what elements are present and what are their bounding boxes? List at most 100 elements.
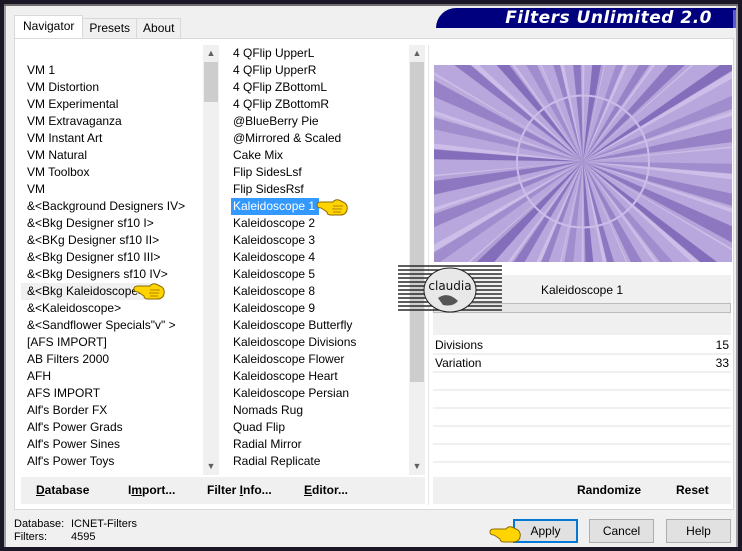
list-item[interactable]: 4 QFlip ZBottomL <box>229 79 409 96</box>
category-scrollbar[interactable]: ▲ ▼ <box>203 45 219 475</box>
list-item[interactable]: @Mirrored & Scaled <box>229 130 409 147</box>
list-item-label: @Mirrored & Scaled <box>233 131 342 145</box>
category-items: VM 1 VM Distortion VM Experimental VM Extra… <box>21 62 203 470</box>
list-item[interactable]: Kaleidoscope 3 <box>229 232 409 249</box>
list-item-label: 4 QFlip ZBottomL <box>233 80 328 94</box>
list-item[interactable]: Alf's Power Toys <box>21 453 203 470</box>
list-item[interactable]: Kaleidoscope 4 <box>229 249 409 266</box>
tab-navigator[interactable]: Navigator <box>14 15 84 38</box>
list-item-label: &<Sandflower Specials"v" > <box>27 318 176 332</box>
list-item-label: [AFS IMPORT] <box>27 335 107 349</box>
list-item-label: Kaleidoscope 5 <box>233 267 316 281</box>
preview-image[interactable] <box>434 65 732 262</box>
status-database-label: Database: <box>14 518 65 530</box>
list-item[interactable]: Radial Mirror <box>229 436 409 453</box>
list-item[interactable]: Kaleidoscope 2 <box>229 215 409 232</box>
list-item[interactable]: Kaleidoscope 9 <box>229 300 409 317</box>
list-item[interactable]: Alf's Border FX <box>21 402 203 419</box>
list-item[interactable]: VM Distortion <box>21 79 203 96</box>
param-row[interactable]: Variation 33 <box>433 355 731 373</box>
list-item-label: Kaleidoscope 3 <box>233 233 316 247</box>
list-item-label: VM Natural <box>27 148 88 162</box>
list-item-label: &<BKg Designer sf10 II> <box>27 233 160 247</box>
status-filters-value: 4595 <box>71 531 96 543</box>
list-item[interactable]: VM Instant Art <box>21 130 203 147</box>
param-row[interactable]: Divisions 15 <box>433 337 731 355</box>
list-item[interactable]: 4 QFlip ZBottomR <box>229 96 409 113</box>
list-item[interactable]: VM <box>21 181 203 198</box>
title-banner: Filters Unlimited 2.0 <box>436 8 736 28</box>
scroll-thumb[interactable] <box>410 62 424 382</box>
list-item[interactable]: Kaleidoscope 5 <box>229 266 409 283</box>
list-item[interactable]: AFH <box>21 368 203 385</box>
list-item[interactable]: &<Sandflower Specials"v" > <box>21 317 203 334</box>
list-item[interactable]: Kaleidoscope Flower <box>229 351 409 368</box>
list-item[interactable]: Alf's Power Sines <box>21 436 203 453</box>
help-button[interactable]: Help <box>666 519 731 543</box>
list-item-label: &<Bkg Designer sf10 III> <box>27 250 161 264</box>
list-item[interactable]: 4 QFlip UpperR <box>229 62 409 79</box>
database-label: atabase <box>44 483 90 497</box>
list-item[interactable]: Kaleidoscope 8 <box>229 283 409 300</box>
category-list[interactable]: VM 1 VM Distortion VM Experimental VM Extra… <box>21 45 219 475</box>
filter-items: 4 QFlip UpperL 4 QFlip UpperR 4 QFlip ZBot… <box>229 45 409 470</box>
filter-list[interactable]: 4 QFlip UpperL 4 QFlip UpperR 4 QFlip ZBot… <box>229 45 425 475</box>
list-item[interactable]: &<Background Designers IV> <box>21 198 203 215</box>
list-item-label: VM 1 <box>27 63 56 77</box>
list-item[interactable]: Cake Mix <box>229 147 409 164</box>
editor-button[interactable]: Editor... <box>304 483 348 497</box>
list-item[interactable]: Flip SidesRsf <box>229 181 409 198</box>
list-item[interactable]: VM Extravaganza <box>21 113 203 130</box>
scroll-thumb[interactable] <box>204 62 218 102</box>
list-item-label: Flip SidesLsf <box>233 165 302 179</box>
list-item[interactable]: Alf's Power Grads <box>21 419 203 436</box>
list-item[interactable]: Kaleidoscope Butterfly <box>229 317 409 334</box>
list-item[interactable]: VM Natural <box>21 147 203 164</box>
list-item[interactable]: &<Bkg Designer sf10 I> <box>21 215 203 232</box>
list-item[interactable]: Kaleidoscope Heart <box>229 368 409 385</box>
pointing-hand-icon <box>316 199 348 216</box>
claudia-watermark: claudia <box>398 265 502 313</box>
list-item[interactable]: VM 1 <box>21 62 203 79</box>
pointing-hand-icon <box>489 526 521 543</box>
scroll-down-arrow-icon[interactable]: ▼ <box>409 458 425 475</box>
randomize-button[interactable]: Randomize <box>577 483 641 497</box>
list-item[interactable]: Quad Flip <box>229 419 409 436</box>
param-row-empty <box>433 427 731 445</box>
list-item[interactable]: Flip SidesLsf <box>229 164 409 181</box>
list-item-label: VM Toolbox <box>27 165 90 179</box>
list-item[interactable]: &<BKg Designer sf10 II> <box>21 232 203 249</box>
list-item[interactable]: &<Bkg Designers sf10 IV> <box>21 266 203 283</box>
list-item[interactable]: [AFS IMPORT] <box>21 334 203 351</box>
list-item[interactable]: Radial Replicate <box>229 453 409 470</box>
list-item[interactable]: Nomads Rug <box>229 402 409 419</box>
database-button[interactable]: Database <box>36 483 89 497</box>
status-filters: Filters: 4595 <box>14 531 137 544</box>
list-item-label: Kaleidoscope 4 <box>233 250 316 264</box>
list-item[interactable]: &<Bkg Designer sf10 III> <box>21 249 203 266</box>
list-item[interactable]: AB Filters 2000 <box>21 351 203 368</box>
tab-presets[interactable]: Presets <box>82 18 138 38</box>
reset-button[interactable]: Reset <box>676 483 709 497</box>
scroll-down-arrow-icon[interactable]: ▼ <box>203 458 219 475</box>
list-item[interactable]: &<Bkg Kaleidoscope> <box>21 283 203 300</box>
list-item[interactable]: @BlueBerry Pie <box>229 113 409 130</box>
filter-scrollbar[interactable]: ▲ ▼ <box>409 45 425 475</box>
apply-button[interactable]: Apply <box>513 519 578 543</box>
scroll-up-arrow-icon[interactable]: ▲ <box>409 45 425 62</box>
list-item-label: 4 QFlip ZBottomR <box>233 97 330 111</box>
list-item[interactable]: Kaleidoscope Persian <box>229 385 409 402</box>
import-button[interactable]: Import... <box>128 483 175 497</box>
list-item-label: Radial Replicate <box>233 454 321 468</box>
list-item[interactable]: &<Kaleidoscope> <box>21 300 203 317</box>
list-item[interactable]: VM Experimental <box>21 96 203 113</box>
list-item[interactable]: VM Toolbox <box>21 164 203 181</box>
scroll-up-arrow-icon[interactable]: ▲ <box>203 45 219 62</box>
tab-about[interactable]: About <box>136 18 182 38</box>
list-item[interactable]: AFS IMPORT <box>21 385 203 402</box>
list-item[interactable]: 4 QFlip UpperL <box>229 45 409 62</box>
list-item-label: @BlueBerry Pie <box>233 114 319 128</box>
cancel-button[interactable]: Cancel <box>589 519 654 543</box>
filter-info-button[interactable]: Filter Info... <box>207 483 272 497</box>
list-item[interactable]: Kaleidoscope Divisions <box>229 334 409 351</box>
